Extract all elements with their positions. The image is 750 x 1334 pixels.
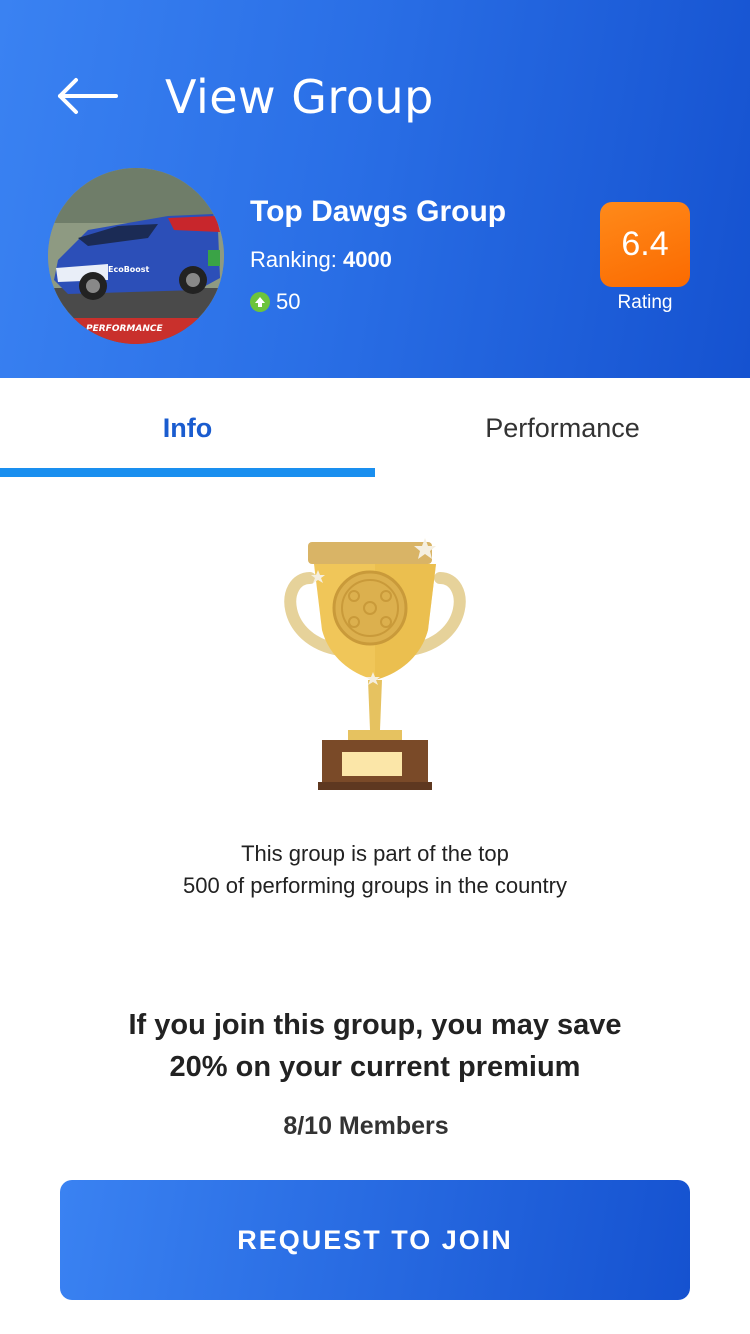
tab-performance[interactable]: Performance [375, 378, 750, 478]
tab-bar: Info Performance [0, 378, 750, 478]
arrow-up-circle-icon [250, 292, 270, 312]
rating-label: Rating [617, 292, 673, 313]
group-points: 50 [250, 289, 300, 315]
ranking-value: 4000 [342, 247, 392, 272]
header: View Group EcoBoost PERFORMANCE Top Dawg… [0, 0, 750, 378]
savings-line1: If you join this group, you may save [128, 1009, 622, 1041]
back-button[interactable] [52, 66, 124, 126]
race-car-image: EcoBoost PERFORMANCE [48, 168, 224, 344]
savings-message: If you join this group, you may save 20%… [0, 1004, 750, 1088]
points-value: 50 [276, 289, 301, 314]
active-tab-indicator [0, 468, 375, 477]
ranking-label: Ranking: [250, 247, 337, 272]
trophy-icon [270, 530, 480, 800]
rating-badge: 6.4 [600, 202, 690, 287]
page-title: View Group [165, 70, 434, 124]
group-avatar: EcoBoost PERFORMANCE [48, 168, 224, 344]
top-groups-message: This group is part of the top 500 of per… [0, 838, 750, 902]
svg-text:EcoBoost: EcoBoost [108, 265, 150, 274]
group-name: Top Dawgs Group [250, 195, 507, 228]
top-message-line1: This group is part of the top [241, 841, 509, 866]
avatar-caption: PERFORMANCE [86, 324, 163, 334]
group-ranking: Ranking: 4000 [250, 247, 392, 273]
arrow-left-icon [58, 78, 118, 114]
member-count: 8/10 Members [283, 1112, 449, 1140]
top-message-line2: 500 of performing groups in the country [182, 873, 567, 898]
request-to-join-button[interactable]: REQUEST TO JOIN [60, 1180, 690, 1300]
savings-line2: 20% on your current premium [169, 1051, 581, 1083]
tab-info[interactable]: Info [0, 378, 375, 478]
